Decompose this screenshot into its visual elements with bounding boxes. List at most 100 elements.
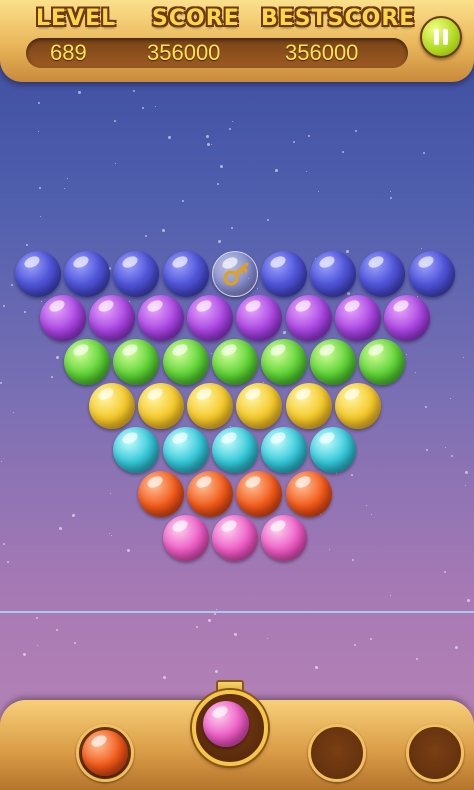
sparkle: [1, 461, 2, 462]
sparkle: [168, 136, 171, 139]
key-bubble: [211, 251, 258, 297]
sparkle: [78, 91, 81, 94]
bubble-orange: [285, 471, 332, 517]
sparkle: [423, 152, 425, 154]
sparkle: [406, 354, 407, 355]
sparkle: [257, 288, 258, 289]
bubble-navy: [261, 251, 307, 297]
next-bubble[interactable]: [82, 730, 128, 776]
sparkle: [352, 559, 354, 561]
sparkle: [450, 398, 451, 399]
sparkle: [13, 412, 14, 413]
sparkle: [206, 135, 209, 138]
current-bubble[interactable]: [203, 701, 249, 747]
sparkle: [211, 353, 212, 354]
key-icon: [223, 262, 249, 286]
sparkle: [267, 219, 269, 221]
bubble-orange: [187, 471, 234, 517]
sparkle: [26, 244, 28, 246]
sparkle: [37, 645, 38, 646]
bubble-green: [261, 339, 307, 385]
sparkle: [283, 331, 286, 334]
score-value: 356000: [147, 40, 221, 65]
sparkle: [115, 163, 116, 164]
bubble-purple: [39, 295, 86, 341]
bubble-yellow: [334, 383, 381, 429]
bubble-cyan: [261, 427, 307, 473]
sparkle: [40, 216, 41, 217]
sparkle: [207, 143, 210, 146]
empty-slot-2: [406, 724, 464, 782]
sparkle: [444, 571, 446, 573]
sparkle: [215, 670, 218, 673]
sparkle: [163, 676, 166, 679]
bubble-cyan: [211, 427, 258, 473]
sparkle: [38, 131, 39, 132]
sparkle: [234, 633, 237, 636]
pause-button[interactable]: [420, 16, 462, 58]
sparkle: [182, 200, 184, 202]
sparkle: [41, 301, 42, 302]
bubble-navy: [408, 251, 455, 297]
sparkle: [3, 305, 5, 307]
sparkle: [0, 382, 2, 384]
bubble-purple: [138, 295, 184, 341]
sparkle: [211, 144, 212, 145]
sparkle: [451, 455, 453, 457]
game-background: [0, 0, 474, 790]
sparkle: [232, 121, 233, 122]
sparkle: [7, 561, 9, 563]
sparkle: [390, 595, 391, 596]
bestscore-value: 356000: [285, 40, 359, 65]
bubble-pink: [211, 515, 258, 561]
sparkle: [36, 617, 38, 619]
sparkle: [318, 191, 319, 192]
bubble-cyan: [162, 427, 209, 473]
sparkle: [216, 609, 217, 610]
sparkle: [370, 638, 372, 640]
sparkle: [293, 141, 295, 143]
next-bubble-slot[interactable]: [76, 724, 134, 782]
sparkle: [23, 653, 26, 656]
bubble-purple: [88, 295, 135, 341]
sparkle: [208, 619, 211, 622]
bubble-pink: [261, 515, 307, 561]
score-header: LEVEL SCORE BESTSCORE 689 356000 356000: [0, 0, 474, 82]
sparkle: [24, 311, 26, 313]
sparkle: [196, 626, 198, 628]
sparkle: [74, 642, 76, 644]
sparkle: [467, 599, 470, 602]
score-label: SCORE: [152, 6, 240, 31]
sparkle: [142, 107, 144, 109]
bubble-green: [162, 339, 209, 385]
sparkle: [114, 120, 116, 122]
bubble-yellow: [285, 383, 332, 429]
sparkle: [354, 644, 356, 646]
sparkle: [133, 90, 135, 92]
bubble-purple: [334, 295, 381, 341]
sparkle: [425, 406, 427, 408]
sparkle: [56, 629, 58, 631]
sparkle: [64, 188, 65, 189]
sparkle: [275, 169, 278, 172]
bubble-purple: [384, 295, 430, 341]
level-value: 689: [50, 40, 87, 65]
sparkle: [162, 229, 165, 232]
bubble-launcher[interactable]: [192, 690, 268, 766]
sparkle: [11, 284, 13, 286]
bubble-yellow: [88, 383, 135, 429]
sparkle: [390, 197, 392, 199]
sparkle: [465, 471, 468, 474]
bubble-green: [310, 339, 357, 385]
sparkle: [127, 549, 130, 552]
sparkle: [308, 135, 310, 137]
dead-line: [0, 611, 474, 613]
bubble-green: [211, 339, 258, 385]
sparkle: [67, 178, 68, 179]
sparkle: [465, 485, 466, 486]
sparkle: [366, 505, 367, 506]
sparkle: [421, 248, 422, 249]
sparkle: [155, 106, 156, 107]
sparkle: [39, 187, 41, 189]
sparkle: [329, 549, 330, 550]
